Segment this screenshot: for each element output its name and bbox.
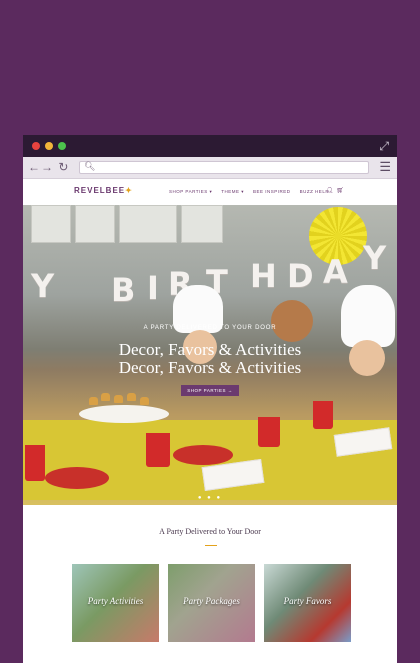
logo-text: REVELBEE [74, 186, 126, 195]
hamburger-icon[interactable]: ☰ [379, 159, 391, 175]
cupcake [89, 397, 98, 405]
red-plate [173, 445, 233, 465]
hero-banner: Y B I R T H D A Y A PARTY DELIVERED TO Y… [23, 205, 397, 505]
forward-arrow-icon[interactable]: → [41, 160, 54, 174]
banner-letter: Y [31, 267, 55, 305]
cart-icon[interactable]: 🛒︎ [336, 188, 347, 194]
card-label: Party Packages [183, 596, 240, 606]
browser-window: ⤢ ←→ ↻ 🔍︎ ☰ REVELBEE✦ SHOP PARTIES ▾ THE… [23, 135, 397, 663]
main-nav: SHOP PARTIES ▾ THEME ▾ BEE INSPIRED BUZZ… [169, 189, 329, 195]
kitchen-cabinet [181, 205, 223, 243]
search-icon: 🔍︎ [84, 161, 96, 171]
banner-letter: B [111, 271, 136, 309]
hero-eyebrow: A PARTY DELIVERED TO YOUR DOOR [143, 325, 277, 331]
banner-letter: H [250, 257, 277, 295]
minimize-window-button[interactable] [45, 142, 53, 150]
banner-letter: Y [363, 239, 387, 277]
nav-item-shop-parties[interactable]: SHOP PARTIES ▾ [169, 189, 212, 195]
card-party-activities[interactable]: Party Activities [72, 564, 159, 642]
reload-icon[interactable]: ↻ [58, 160, 69, 174]
shop-parties-button[interactable]: SHOP PARTIES → [181, 385, 239, 396]
section-divider [205, 545, 217, 546]
card-label: Party Activities [87, 596, 144, 606]
address-bar[interactable]: 🔍︎ [79, 161, 369, 174]
card-party-favors[interactable]: Party Favors [264, 564, 351, 642]
hero-title-echo: Decor, Favors & Activities [118, 358, 302, 377]
red-cup [313, 401, 333, 429]
browser-titlebar: ⤢ [23, 135, 397, 157]
expand-icon[interactable]: ⤢ [379, 139, 389, 153]
browser-toolbar: ←→ ↻ 🔍︎ ☰ [23, 157, 397, 179]
banner-letter: A [323, 253, 348, 291]
cake-stand [79, 405, 169, 423]
kitchen-cabinet [119, 205, 177, 243]
site-header: REVELBEE✦ SHOP PARTIES ▾ THEME ▾ BEE INS… [23, 179, 397, 205]
nav-item-buzz-help[interactable]: BUZZ HELP [300, 189, 329, 195]
browser-nav-buttons[interactable]: ←→ ↻ [28, 160, 69, 174]
user-icon[interactable]: 👤︎ [326, 188, 337, 194]
banner-letter: I [147, 269, 159, 307]
carousel-dots[interactable]: ● ● ● [23, 495, 397, 501]
nav-item-theme[interactable]: THEME ▾ [221, 189, 244, 195]
cupcake [140, 397, 149, 405]
close-window-button[interactable] [32, 142, 40, 150]
category-cards: Party Activities Party Packages Party Fa… [72, 564, 351, 642]
red-cup [25, 445, 45, 481]
red-cup [146, 433, 170, 467]
header-icons: 👤︎🛒︎ [326, 187, 347, 194]
hero-text: A PARTY DELIVERED TO YOUR DOOR Decor, Fa… [23, 325, 397, 397]
bee-icon: ✦ [125, 186, 133, 195]
back-arrow-icon[interactable]: ← [28, 160, 41, 174]
red-cup [258, 417, 280, 447]
nav-item-bee-inspired[interactable]: BEE INSPIRED [253, 189, 291, 195]
site-logo[interactable]: REVELBEE✦ [74, 186, 133, 195]
hero-title: Decor, Favors & Activities [118, 340, 302, 359]
red-plate [45, 467, 109, 489]
banner-letter: D [287, 257, 314, 295]
card-label: Party Favors [283, 596, 332, 606]
kitchen-cabinet [31, 205, 71, 243]
card-party-packages[interactable]: Party Packages [168, 564, 255, 642]
section-title: A Party Delivered to Your Door [159, 527, 261, 536]
maximize-window-button[interactable] [58, 142, 66, 150]
kitchen-cabinet [75, 205, 115, 243]
